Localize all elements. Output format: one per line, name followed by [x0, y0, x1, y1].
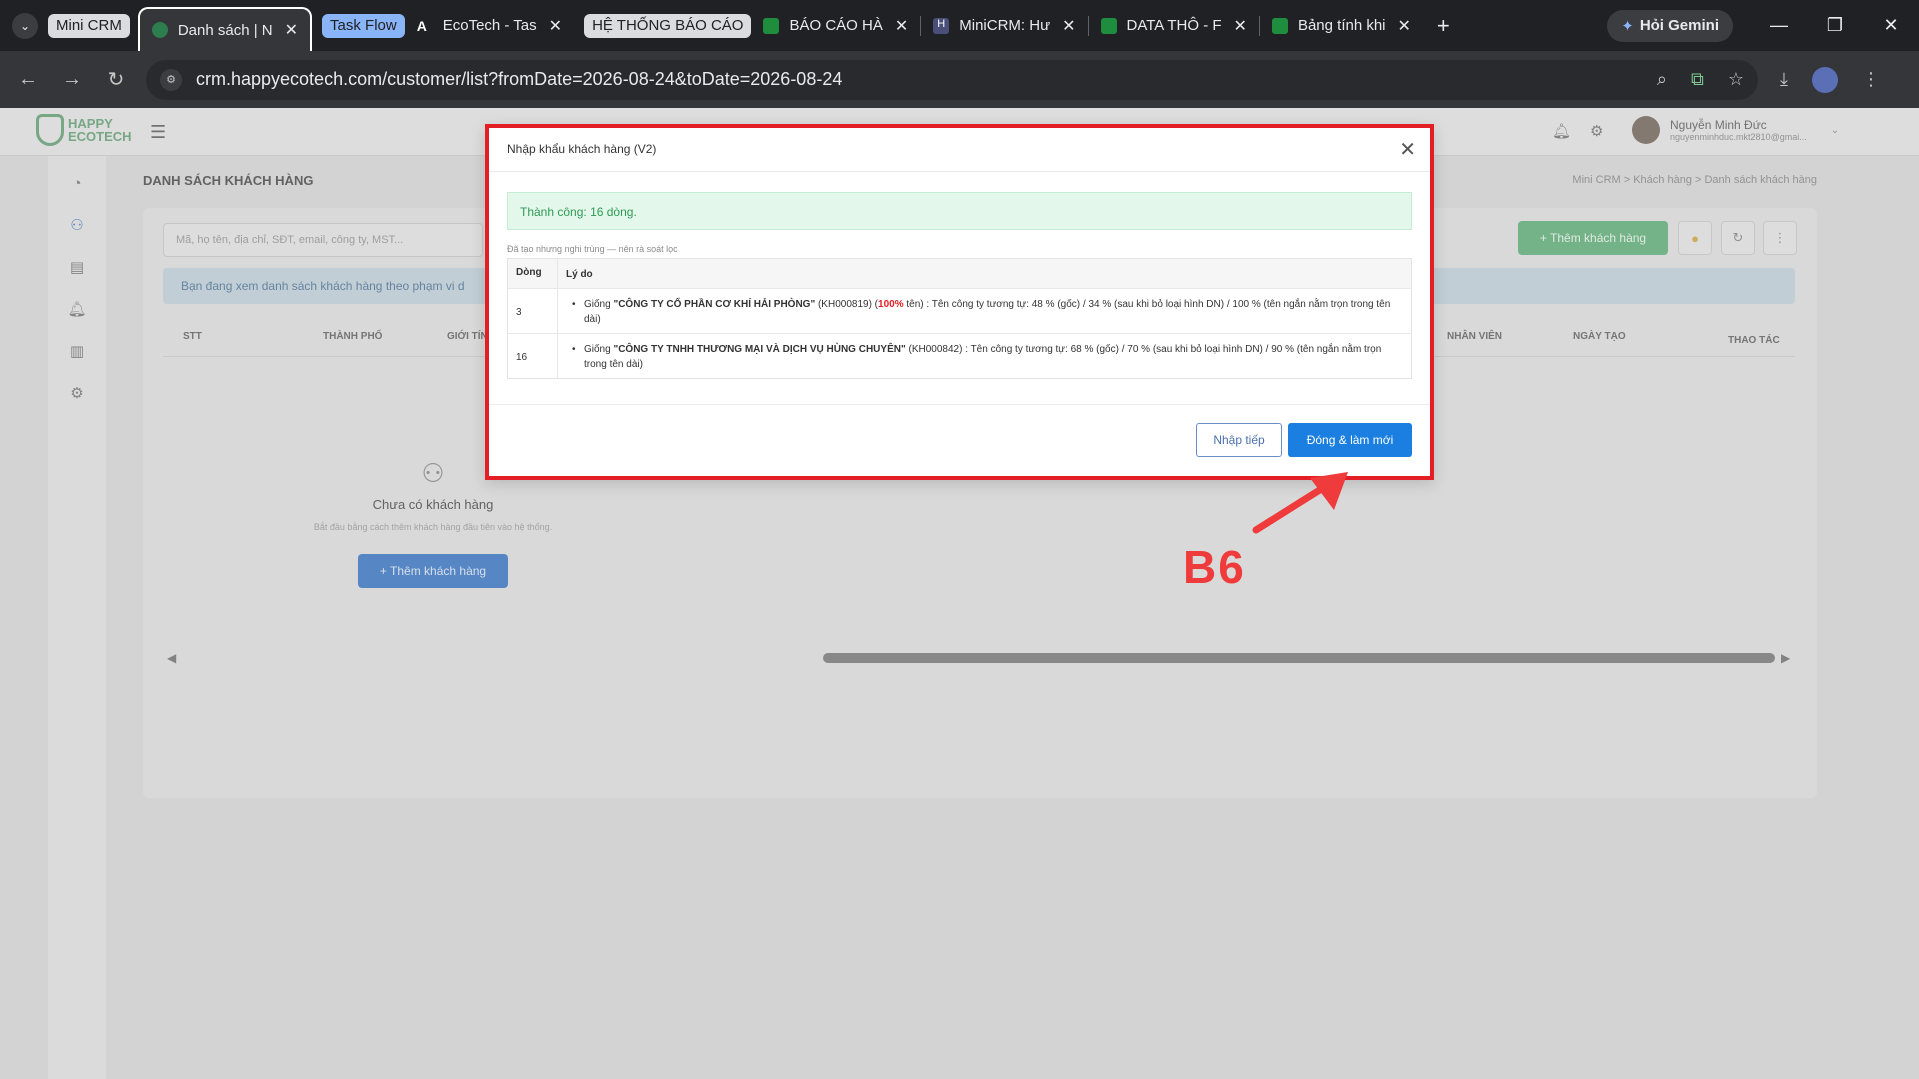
profile-avatar[interactable] — [1811, 66, 1838, 93]
h-favicon-icon: H — [933, 17, 950, 34]
close-icon[interactable]: ✕ — [1399, 137, 1416, 162]
tab-minicrm[interactable]: H MiniCRM: Hư ✕ — [921, 6, 1087, 46]
close-tab-icon[interactable]: ✕ — [1234, 16, 1247, 36]
modal-title: Nhập khẩu khách hàng (V2) — [507, 142, 657, 156]
success-alert: Thành công: 16 dòng. — [507, 192, 1412, 230]
gemini-button[interactable]: ✦ Hỏi Gemini — [1607, 9, 1733, 42]
reload-icon[interactable]: ↻ — [94, 67, 138, 92]
table-row: 3 Giống "CÔNG TY CỔ PHẦN CƠ KHÍ HẢI PHÒN… — [508, 289, 1411, 334]
table-header-row: Dòng Lý do — [508, 259, 1411, 289]
import-more-button[interactable]: Nhập tiếp — [1196, 423, 1282, 457]
tab-bang-tinh[interactable]: Bảng tính khi ✕ — [1260, 6, 1423, 46]
close-window-icon[interactable]: ✕ — [1863, 15, 1919, 36]
tab-group-task-flow[interactable]: Task Flow — [322, 13, 405, 38]
tab-ecotech[interactable]: A EcoTech - Tas ✕ — [405, 6, 574, 46]
modal-header: Nhập khẩu khách hàng (V2) ✕ — [489, 128, 1430, 172]
forward-icon[interactable]: → — [50, 68, 94, 91]
close-tab-icon[interactable]: ✕ — [549, 16, 562, 36]
a-favicon-icon: A — [416, 17, 427, 34]
site-info-icon[interactable]: ⚙ — [160, 68, 182, 91]
menu-kebab-icon[interactable]: ⋮ — [1862, 69, 1880, 90]
gemini-icon: ✦ — [1621, 17, 1634, 35]
tab-search-icon[interactable]: ⌄ — [12, 12, 38, 39]
minimize-icon[interactable]: — — [1751, 15, 1807, 36]
browser-toolbar: ← → ↻ ⚙ crm.happyecotech.com/customer/li… — [0, 51, 1919, 108]
shield-favicon-icon — [151, 22, 168, 38]
step-label: B6 — [1183, 541, 1246, 593]
bookmark-star-icon[interactable]: ☆ — [1728, 69, 1744, 90]
sheets-favicon-icon — [763, 17, 780, 34]
download-icon[interactable]: ⤓ — [1780, 69, 1788, 90]
modal-footer: Nhập tiếp Đóng & làm mới — [489, 404, 1430, 476]
browser-tab-bar: ⌄ Mini CRM Danh sách | N ✕ Task Flow A Ec… — [0, 0, 1919, 51]
tab-group-mini-crm[interactable]: Mini CRM — [48, 13, 130, 38]
import-result-modal: Nhập khẩu khách hàng (V2) ✕ Thành công: … — [485, 124, 1434, 480]
close-tab-icon[interactable]: ✕ — [285, 20, 298, 40]
tab-data-tho[interactable]: DATA THÔ - F ✕ — [1089, 6, 1259, 46]
tab-danh-sach[interactable]: Danh sách | N ✕ — [137, 7, 313, 51]
duplicate-note: Đã tạo nhưng nghi trùng — nên rà soát lọ… — [507, 244, 678, 254]
close-tab-icon[interactable]: ✕ — [895, 16, 908, 36]
duplicate-table: Dòng Lý do 3 Giống "CÔNG TY CỔ PHẦN CƠ K… — [507, 258, 1412, 379]
close-tab-icon[interactable]: ✕ — [1398, 16, 1411, 36]
tab-bao-cao[interactable]: BÁO CÁO HÀ ✕ — [751, 6, 920, 46]
zoom-icon[interactable]: ⌕ — [1657, 69, 1667, 90]
tab-group-he-thong[interactable]: HỆ THỐNG BÁO CÁO — [584, 13, 752, 38]
address-bar[interactable]: ⚙ crm.happyecotech.com/customer/list?fro… — [146, 59, 1758, 100]
close-tab-icon[interactable]: ✕ — [1062, 16, 1075, 36]
url-text: crm.happyecotech.com/customer/list?fromD… — [196, 69, 843, 89]
close-and-refresh-button[interactable]: Đóng & làm mới — [1288, 423, 1412, 457]
sheets-favicon-icon — [1271, 17, 1288, 34]
window-controls: — ❐ ✕ — [1751, 15, 1919, 36]
table-row: 16 Giống "CÔNG TY TNHH THƯƠNG MẠI VÀ DỊC… — [508, 334, 1411, 378]
sheets-favicon-icon — [1100, 17, 1117, 34]
install-app-icon[interactable]: ⧉ — [1691, 69, 1704, 90]
restore-icon[interactable]: ❐ — [1807, 15, 1863, 36]
annotation-arrow-icon — [1252, 472, 1348, 534]
new-tab-icon[interactable]: + — [1437, 13, 1450, 39]
back-icon[interactable]: ← — [6, 68, 50, 91]
